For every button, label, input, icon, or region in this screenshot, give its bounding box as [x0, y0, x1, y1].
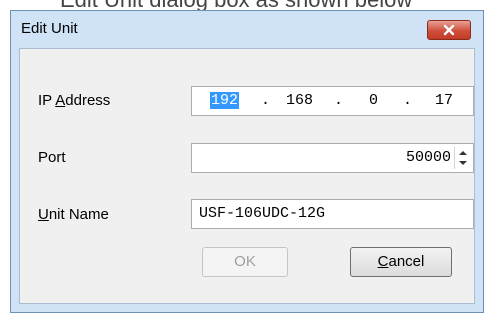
spin-up-down-icon[interactable]	[454, 147, 471, 169]
ip-address-input[interactable]: 192 . 168 . 0 . 17	[191, 86, 474, 116]
window-title: Edit Unit	[21, 20, 78, 37]
port-label: Port	[38, 149, 66, 166]
ip-octet-2[interactable]: 168	[286, 92, 313, 109]
ip-address-label: IP Address	[38, 92, 111, 109]
background-page-text: Edit Unit dialog box as shown below	[60, 0, 412, 10]
port-stepper[interactable]: 50000	[191, 143, 474, 173]
ip-octet-1[interactable]: 192	[210, 92, 240, 109]
ip-separator: .	[403, 92, 413, 109]
unit-name-label: Unit Name	[38, 206, 109, 223]
ip-octet-4[interactable]: 17	[435, 92, 453, 109]
ip-separator: .	[261, 92, 271, 109]
ip-octet-3[interactable]: 0	[369, 92, 378, 109]
edit-unit-dialog: Edit Unit IP Address 192 . 168 . 0 . 17 …	[10, 10, 484, 313]
unit-name-value: USF-106UDC-12G	[199, 205, 326, 222]
close-icon	[443, 24, 455, 36]
background-page-strip: Edit Unit dialog box as shown below	[0, 0, 491, 10]
ok-button[interactable]: OK	[202, 247, 288, 277]
dialog-client-area: IP Address 192 . 168 . 0 . 17 Port 50000…	[19, 48, 475, 304]
unit-name-input[interactable]: USF-106UDC-12G	[191, 199, 474, 229]
title-bar[interactable]: Edit Unit	[11, 11, 483, 48]
close-button[interactable]	[427, 20, 471, 40]
cancel-button[interactable]: Cancel	[350, 247, 452, 277]
port-value[interactable]: 50000	[406, 149, 451, 166]
ip-separator: .	[334, 92, 344, 109]
